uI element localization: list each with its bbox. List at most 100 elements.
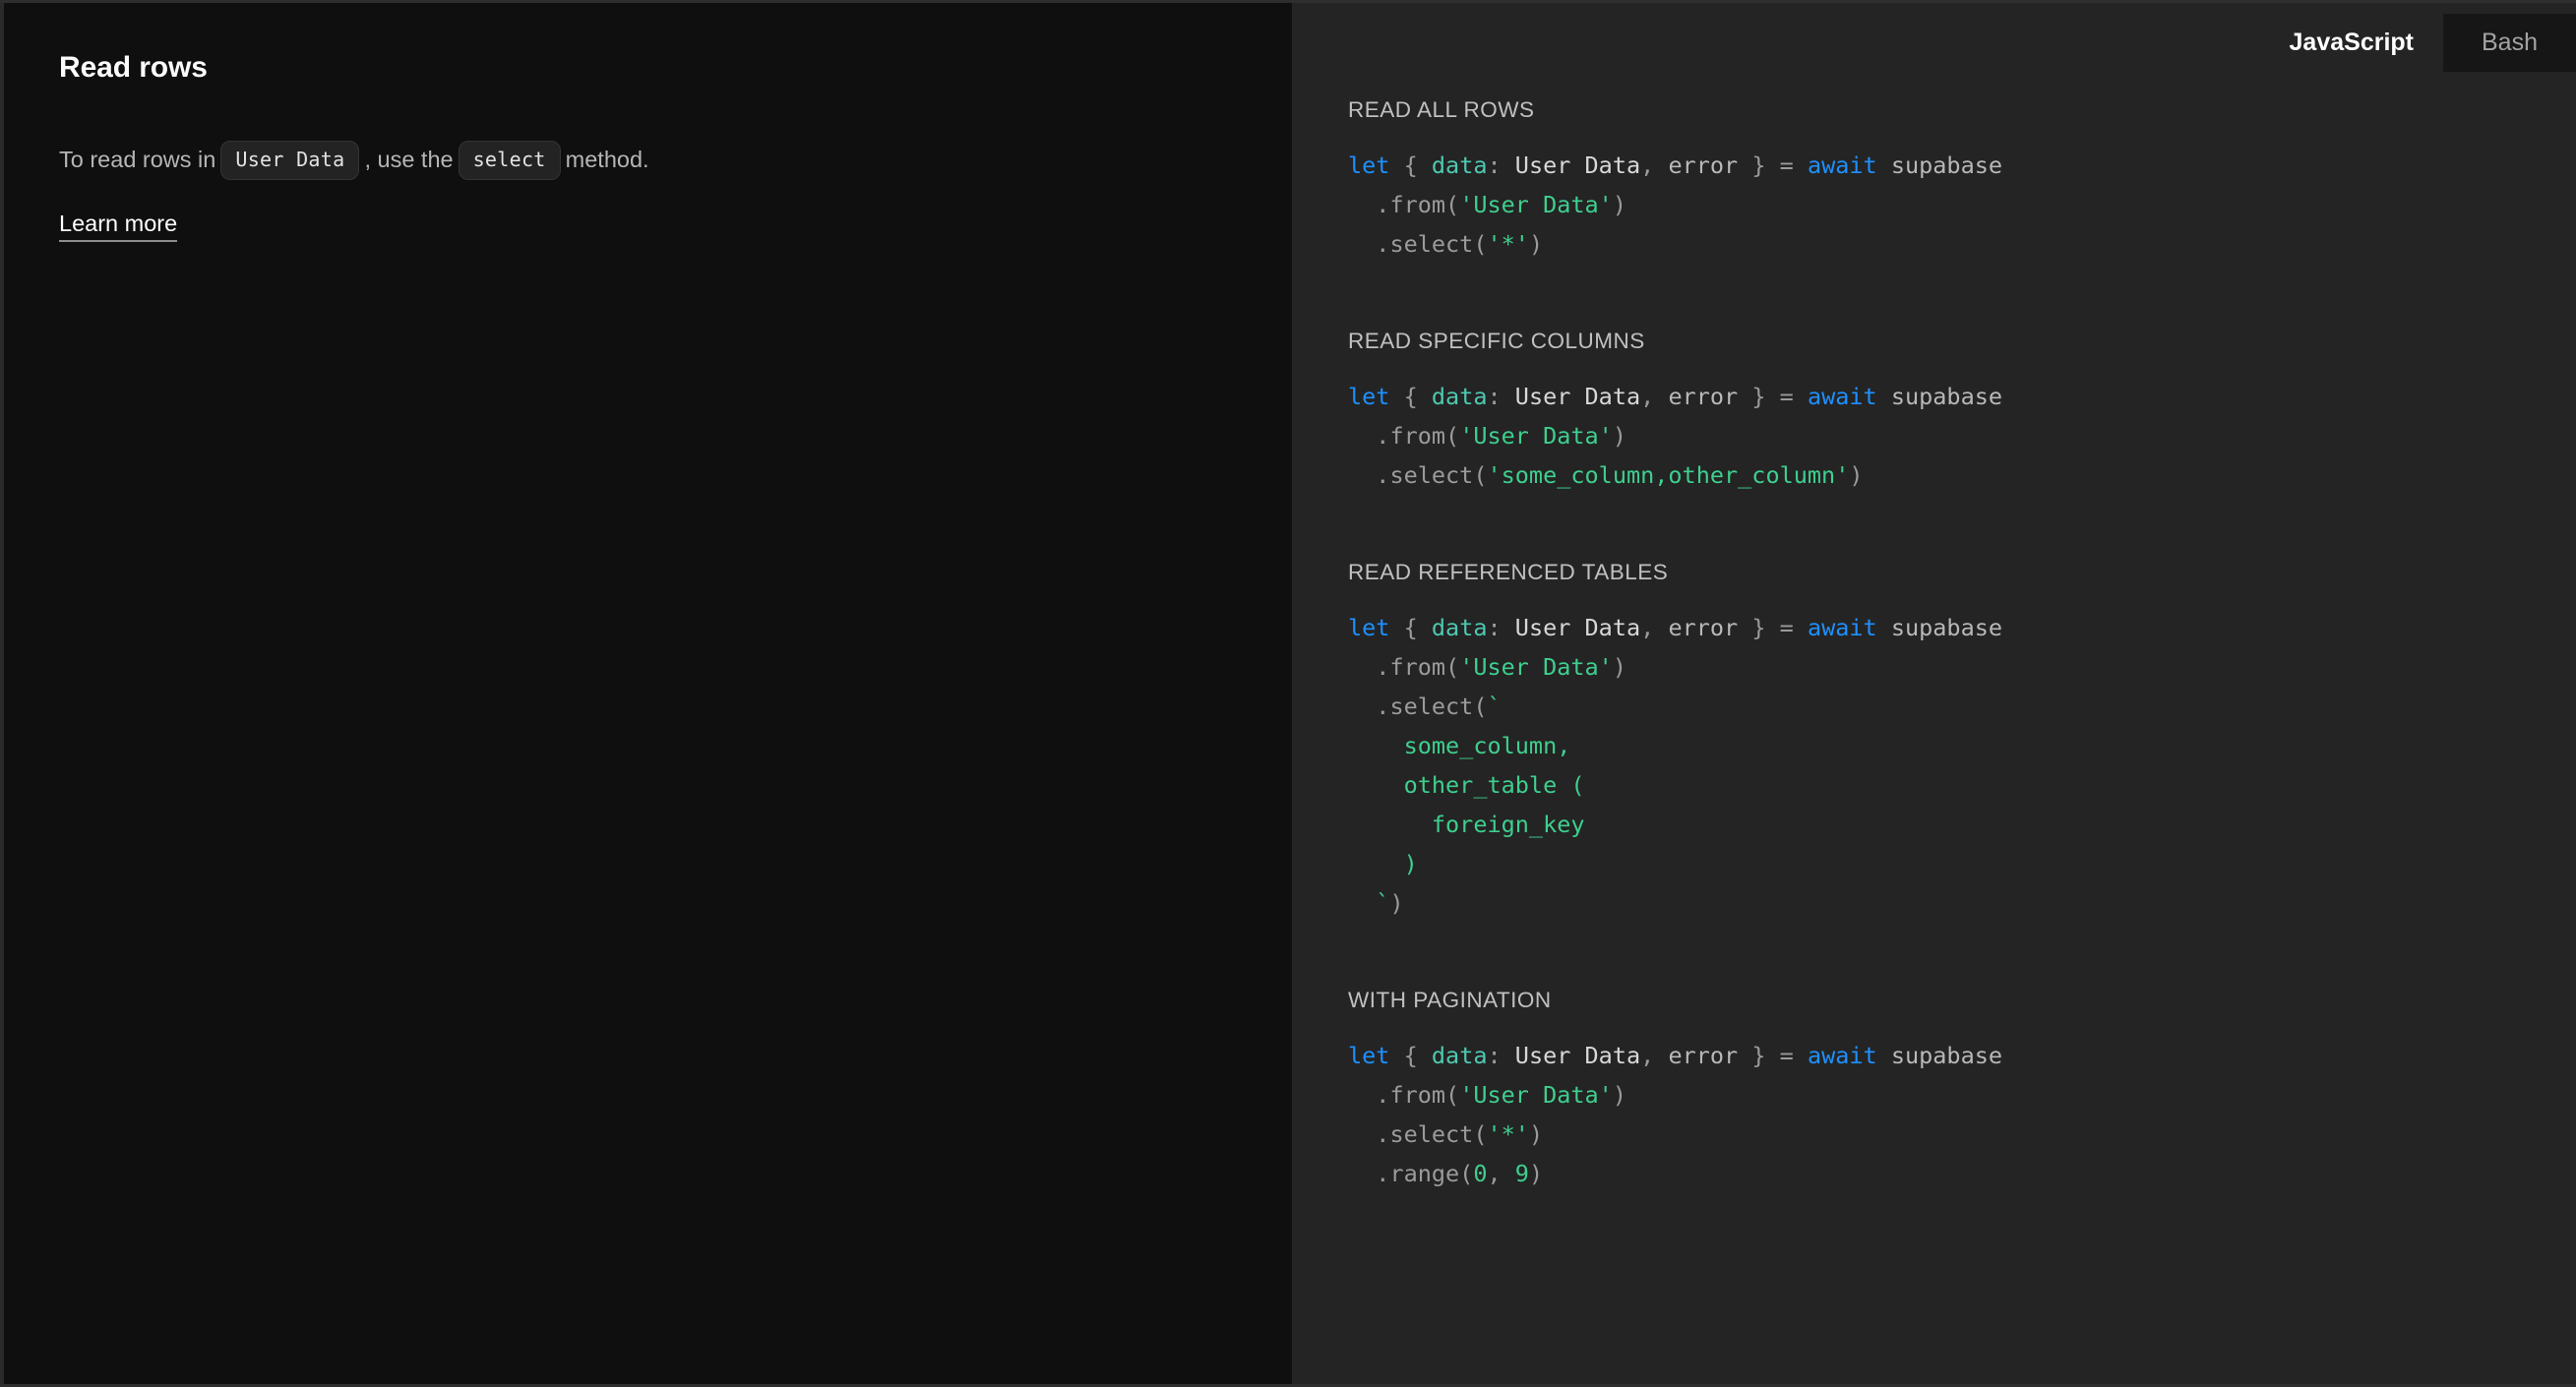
code-token: { [1389, 383, 1432, 410]
code-token: 'User Data' [1459, 191, 1613, 218]
code-section: READ REFERENCED TABLES let { data: User D… [1293, 560, 2576, 923]
code-token: foreign_key [1348, 811, 1585, 838]
code-token: : [1487, 1042, 1515, 1069]
code-token: some_column, [1348, 732, 1571, 759]
code-token: supabase [1876, 1042, 2003, 1069]
code-token: .from( [1348, 1081, 1460, 1109]
page-title: Read rows [59, 51, 208, 84]
code-token: .range( [1348, 1160, 1474, 1187]
code-token: ) [1612, 422, 1626, 450]
code-token: supabase [1876, 151, 2003, 179]
code-token: .from( [1348, 422, 1460, 450]
code-section: WITH PAGINATION let { data: User Data, er… [1293, 988, 2576, 1193]
description-text: To read rows in User Data , use the sele… [59, 141, 1237, 180]
code-token: 'User Data' [1459, 422, 1613, 450]
code-token: let [1348, 614, 1390, 641]
code-token: } = [1738, 1042, 1808, 1069]
code-section: READ ALL ROWS let { data: User Data, erro… [1293, 97, 2576, 264]
code-token: : [1487, 383, 1515, 410]
code-token: error [1668, 383, 1739, 410]
language-tab-bar: JavaScript Bash [2260, 14, 2576, 72]
code-token: ) [1612, 1081, 1626, 1109]
code-token: data [1431, 383, 1488, 410]
code-token: } = [1738, 383, 1808, 410]
code-token: await [1807, 383, 1877, 410]
code-token: 'User Data' [1459, 1081, 1613, 1109]
code-token: : [1487, 614, 1515, 641]
inline-code-table-name: User Data [220, 141, 360, 180]
code-token: , [1487, 1160, 1515, 1187]
code-examples-panel: JavaScript Bash READ ALL ROWS let { data: … [1293, 3, 2576, 1384]
description-middle: , use the [364, 147, 454, 173]
code-token: .select( [1348, 1120, 1488, 1148]
code-block[interactable]: let { data: User Data, error } = await s… [1348, 1036, 2576, 1193]
code-token: await [1807, 614, 1877, 641]
code-section: READ SPECIFIC COLUMNS let { data: User Da… [1293, 329, 2576, 495]
code-token: .from( [1348, 191, 1460, 218]
code-token: '*' [1487, 1120, 1529, 1148]
code-token: error [1668, 1042, 1739, 1069]
code-token: { [1389, 1042, 1432, 1069]
code-token: data [1431, 151, 1488, 179]
code-token: 0 [1473, 1160, 1488, 1187]
code-section-label: WITH PAGINATION [1348, 988, 1552, 1012]
code-token: .select( [1348, 230, 1488, 258]
code-section-label: READ ALL ROWS [1348, 97, 1535, 122]
code-token: other_table ( [1348, 771, 1585, 799]
tab-bash[interactable]: Bash [2443, 14, 2576, 72]
code-token: User Data [1514, 1042, 1641, 1069]
code-token: } = [1738, 614, 1808, 641]
api-docs-panel: Read rows To read rows in User Data , us… [0, 0, 2576, 1387]
code-token: ) [1389, 889, 1404, 917]
code-token: ` [1348, 889, 1390, 917]
code-token: ) [1528, 1160, 1544, 1187]
code-token: supabase [1876, 383, 2003, 410]
code-token: ) [1528, 230, 1544, 258]
code-token: '*' [1487, 230, 1529, 258]
code-token: await [1807, 1042, 1877, 1069]
learn-more-link[interactable]: Learn more [59, 211, 178, 242]
code-token: : [1487, 151, 1515, 179]
code-token: User Data [1514, 151, 1641, 179]
documentation-panel: Read rows To read rows in User Data , us… [0, 3, 1293, 1384]
code-token: 'User Data' [1459, 653, 1613, 681]
code-token: User Data [1514, 383, 1641, 410]
code-token: , [1640, 383, 1669, 410]
code-token: .select( [1348, 693, 1488, 720]
code-section-label: READ SPECIFIC COLUMNS [1348, 329, 1645, 353]
code-token: User Data [1514, 614, 1641, 641]
code-token: { [1389, 151, 1432, 179]
code-token: supabase [1876, 614, 2003, 641]
code-token: let [1348, 1042, 1390, 1069]
code-block[interactable]: let { data: User Data, error } = await s… [1348, 608, 2576, 923]
code-token: ) [1612, 653, 1626, 681]
code-token: let [1348, 383, 1390, 410]
inline-code-method-name: select [458, 141, 561, 180]
code-scroll-area[interactable]: READ ALL ROWS let { data: User Data, erro… [1293, 3, 2576, 1384]
code-token: ) [1528, 1120, 1544, 1148]
code-token: await [1807, 151, 1877, 179]
code-token: let [1348, 151, 1390, 179]
code-block[interactable]: let { data: User Data, error } = await s… [1348, 146, 2576, 264]
code-token: ` [1487, 693, 1502, 720]
description-after: method. [565, 147, 649, 173]
tab-javascript[interactable]: JavaScript [2260, 14, 2443, 72]
code-token: } = [1738, 151, 1808, 179]
code-token: { [1389, 614, 1432, 641]
code-token: error [1668, 614, 1739, 641]
code-token: 'some_column,other_column' [1487, 461, 1850, 489]
description-before: To read rows in [59, 147, 216, 173]
code-token: , [1640, 614, 1669, 641]
code-token: data [1431, 1042, 1488, 1069]
code-token: ) [1849, 461, 1864, 489]
code-token: ) [1612, 191, 1626, 218]
code-token: , [1640, 1042, 1669, 1069]
code-token: , [1640, 151, 1669, 179]
code-block[interactable]: let { data: User Data, error } = await s… [1348, 377, 2576, 495]
code-section-label: READ REFERENCED TABLES [1348, 560, 1669, 584]
code-token: ) [1348, 850, 1418, 877]
code-token: 9 [1514, 1160, 1529, 1187]
code-token: .from( [1348, 653, 1460, 681]
code-token: error [1668, 151, 1739, 179]
code-token: data [1431, 614, 1488, 641]
